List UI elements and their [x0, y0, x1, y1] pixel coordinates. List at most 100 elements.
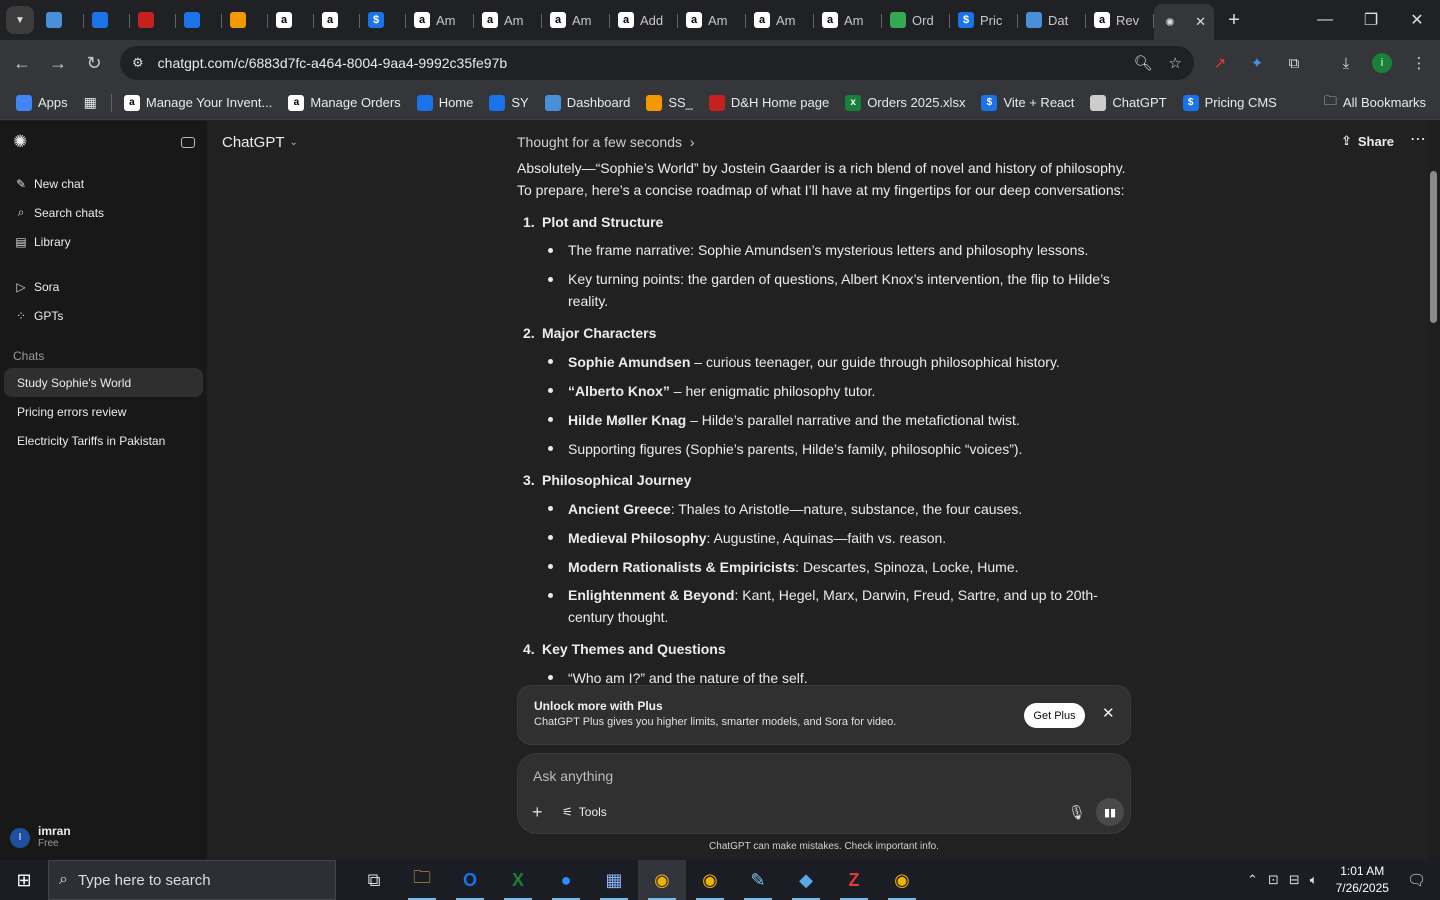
browser-tab[interactable]: a Am	[678, 4, 746, 36]
tab-groups-icon[interactable]: ▦	[84, 94, 97, 111]
scrollbar-thumb[interactable]	[1430, 171, 1437, 323]
bookmark-item[interactable]: $ Pricing CMS	[1182, 94, 1277, 111]
browser-tab[interactable]: a Rev	[1086, 4, 1154, 36]
browser-tab[interactable]: a Am	[474, 4, 542, 36]
sidebar-item-sora[interactable]: ▷ Sora	[0, 272, 207, 301]
volume-icon[interactable]: 🔈︎	[1310, 872, 1318, 888]
openai-logo-icon[interactable]: ✺	[13, 132, 27, 152]
zoom-icon[interactable]: ●	[542, 860, 590, 900]
sidebar-item-gpts[interactable]: ⁘ GPTs	[0, 301, 207, 330]
browser-tab[interactable]	[130, 4, 176, 36]
chrome-profile-icon[interactable]: ◉	[686, 860, 734, 900]
chrome-other-profile-icon[interactable]: ◉	[878, 860, 926, 900]
forward-button[interactable]: →	[40, 45, 76, 81]
site-info-icon[interactable]: ⚙	[132, 55, 144, 71]
bookmark-item[interactable]: x Orders 2025.xlsx	[845, 94, 965, 111]
windows-start-icon[interactable]: ⊞	[0, 860, 48, 900]
window-close-button[interactable]: ✕	[1394, 0, 1440, 40]
clock[interactable]: 1:01 AM 7/26/2025	[1336, 863, 1389, 897]
sidebar-item-new-chat[interactable]: ✎ New chat	[0, 169, 207, 198]
bookmark-item[interactable]: ChatGPT	[1090, 94, 1167, 111]
browser-tab[interactable]: a Add	[610, 4, 678, 36]
browser-tab[interactable]: $ Pric	[950, 4, 1018, 36]
browser-tab[interactable]	[176, 4, 222, 36]
network-icon[interactable]: ⊟	[1289, 872, 1300, 888]
voice-mode-icon[interactable]: ▮▮	[1096, 798, 1124, 826]
restore-button[interactable]: ❐	[1348, 0, 1394, 40]
chat-history-item[interactable]: Study Sophie's World	[4, 368, 203, 397]
back-button[interactable]: ←	[4, 45, 40, 81]
zoom-icon[interactable]: 🔍︎	[1134, 54, 1153, 72]
extension-blue-icon[interactable]: ✦	[1246, 52, 1268, 74]
outlook-icon[interactable]: O	[446, 860, 494, 900]
tab-close-icon[interactable]: ✕	[1195, 14, 1206, 30]
profile-avatar[interactable]: i	[1372, 53, 1392, 73]
new-tab-button[interactable]: +	[1220, 6, 1248, 34]
browser-tab[interactable]: Dat	[1018, 4, 1086, 36]
prompt-input[interactable]	[533, 764, 1093, 788]
extensions-puzzle-icon[interactable]: ⧉	[1283, 52, 1305, 74]
extension-red-icon[interactable]: ↗	[1209, 52, 1231, 74]
browser-tab[interactable]: a Am	[406, 4, 474, 36]
bookmark-item[interactable]: Apps	[16, 94, 68, 111]
bookmark-item[interactable]: Home	[416, 94, 473, 111]
sidebar-item-library[interactable]: ▤ Library	[0, 227, 207, 256]
page-scrollbar[interactable]	[1428, 121, 1440, 860]
bookmark-item[interactable]: a Manage Your Invent...	[123, 94, 272, 111]
bookmark-item[interactable]: $ Vite + React	[981, 94, 1074, 111]
tools-button[interactable]: ⚟ Tools	[562, 805, 607, 819]
app-diamond-icon[interactable]: ◆	[782, 860, 830, 900]
get-plus-button[interactable]: Get Plus	[1024, 703, 1085, 728]
close-sidebar-icon[interactable]	[181, 136, 195, 148]
chrome-icon[interactable]: ◉	[638, 860, 686, 900]
browser-tab[interactable]: a	[268, 4, 314, 36]
browser-tab[interactable]: a Am	[542, 4, 610, 36]
share-button[interactable]: ⇪ Share	[1341, 133, 1394, 149]
tab-chatgpt-active[interactable]: ✺ ✕	[1154, 4, 1214, 40]
thought-toggle[interactable]: Thought for a few seconds ›	[517, 131, 1127, 153]
user-account-button[interactable]: I imran Free	[10, 825, 71, 850]
minimize-button[interactable]: —	[1302, 0, 1348, 40]
file-explorer-icon[interactable]: 🗀	[398, 860, 446, 900]
browser-tab[interactable]: $	[360, 4, 406, 36]
chat-history-item[interactable]: Pricing errors review	[4, 397, 203, 426]
bookmark-item[interactable]: D&H Home page	[708, 94, 829, 111]
close-icon[interactable]: ✕	[1102, 704, 1115, 722]
model-switcher[interactable]: ChatGPT ⌄	[222, 134, 298, 151]
sidebar-item-search[interactable]: ⌕ Search chats	[0, 198, 207, 227]
browser-tab[interactable]: a Am	[814, 4, 882, 36]
browser-tab[interactable]: a	[314, 4, 360, 36]
network-alert-icon[interactable]: ⊡	[1268, 872, 1279, 888]
chevron-up-icon[interactable]: ⌃	[1247, 872, 1258, 888]
more-options-icon[interactable]: ⋯	[1410, 129, 1426, 149]
taskbar-search[interactable]: ⌕ Type here to search	[48, 860, 336, 900]
browser-tab[interactable]	[84, 4, 130, 36]
excel-icon[interactable]: X	[494, 860, 542, 900]
chrome-menu-icon[interactable]: ⋮	[1408, 52, 1430, 74]
browser-tab[interactable]	[38, 4, 84, 36]
attach-plus-icon[interactable]: +	[532, 802, 543, 823]
reload-button[interactable]: ↻	[76, 45, 112, 81]
tab-search-button[interactable]: ▼	[6, 6, 34, 34]
browser-tab[interactable]: Ord	[882, 4, 950, 36]
bookmark-item[interactable]: SY	[489, 94, 529, 111]
bookmark-label: Dashboard	[566, 95, 631, 110]
chat-history-item[interactable]: Electricity Tariffs in Pakistan	[4, 426, 203, 455]
bookmark-item[interactable]: Dashboard	[544, 94, 631, 111]
notes-app-icon[interactable]: ✎	[734, 860, 782, 900]
url-text[interactable]: chatgpt.com/c/6883d7fc-a464-8004-9aa4-99…	[158, 55, 507, 71]
address-bar[interactable]: ⚙ chatgpt.com/c/6883d7fc-a464-8004-9aa4-…	[120, 46, 1194, 80]
notifications-icon[interactable]: 🗨︎	[1407, 871, 1426, 889]
task-view-icon[interactable]: ⧉	[350, 860, 398, 900]
browser-tab[interactable]: a Am	[746, 4, 814, 36]
browser-tab[interactable]	[222, 4, 268, 36]
bookmark-item[interactable]: SS_	[646, 94, 693, 111]
section-title: Plot and Structure	[542, 213, 664, 230]
filezilla-icon[interactable]: Z	[830, 860, 878, 900]
microphone-icon[interactable]: 🎙︎	[1068, 804, 1086, 821]
bookmark-item[interactable]: a Manage Orders	[288, 94, 401, 111]
bookmark-star-icon[interactable]: ☆	[1169, 54, 1182, 72]
calculator-icon[interactable]: ▦	[590, 860, 638, 900]
all-bookmarks-button[interactable]: 🗀 All Bookmarks	[1324, 92, 1426, 114]
downloads-icon[interactable]: ⤓	[1335, 52, 1357, 74]
